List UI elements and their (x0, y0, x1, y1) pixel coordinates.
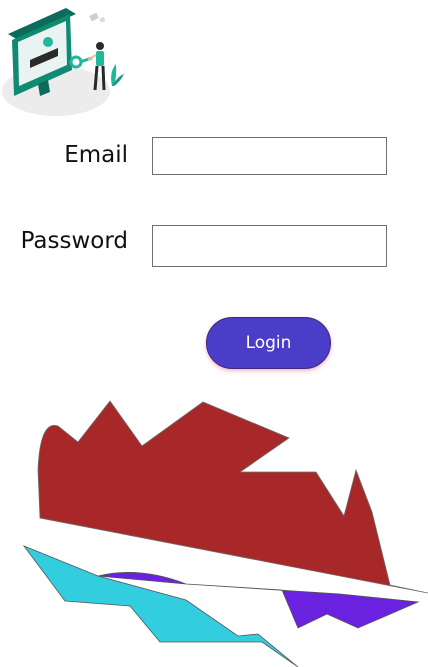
red-shape (37, 400, 428, 594)
login-button[interactable]: Login (206, 317, 331, 369)
email-label: Email (64, 142, 128, 168)
decorative-shapes (22, 400, 428, 667)
password-field[interactable] (152, 225, 387, 267)
cyan-shape (22, 545, 299, 667)
password-label: Password (20, 228, 128, 254)
email-field[interactable] (152, 137, 387, 175)
login-illustration-icon (2, 8, 124, 116)
